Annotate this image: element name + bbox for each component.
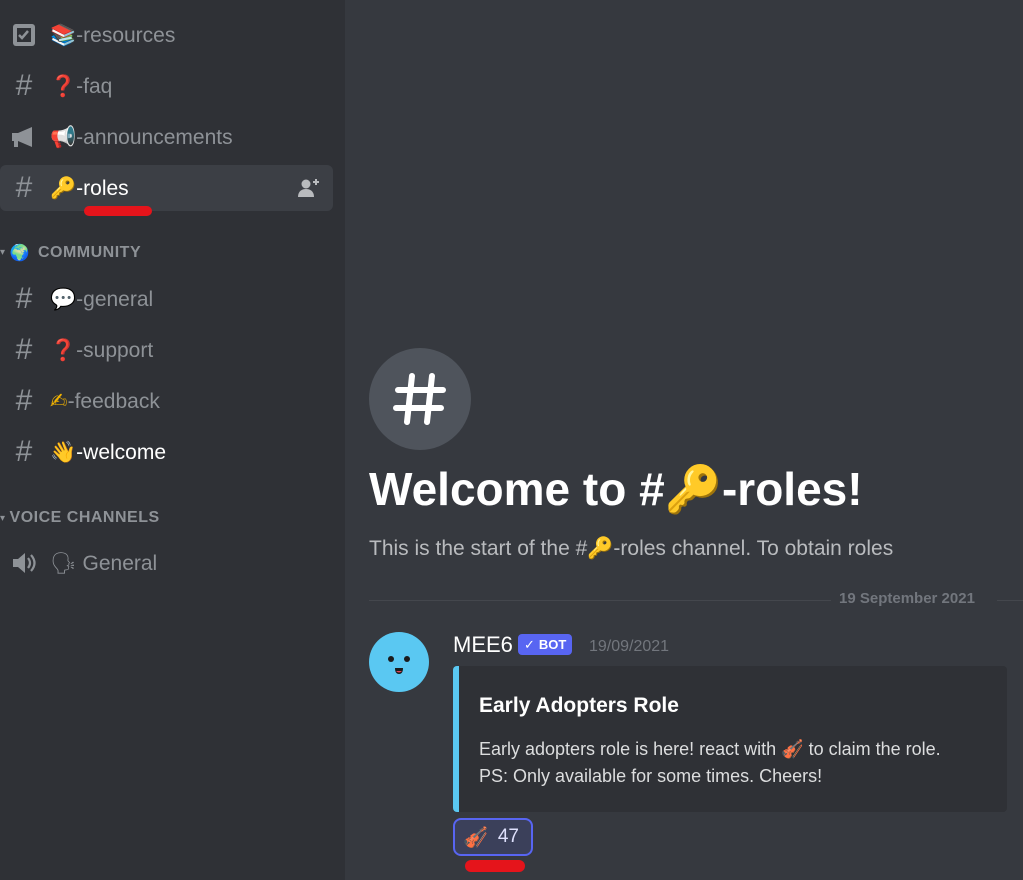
channel-label: -roles	[76, 176, 129, 200]
channel-general[interactable]: # 💬-general	[0, 276, 333, 322]
channel-announcements[interactable]: 📢-announcements	[0, 114, 333, 160]
channel-label: -welcome	[76, 440, 167, 464]
channel-sidebar: 📚-resources # ❓-faq 📢-announcements # 🔑-…	[0, 0, 345, 880]
channel-label: -support	[76, 338, 154, 362]
chevron-down-icon: ▾	[0, 247, 6, 258]
speaking-head-emoji: 🗣	[50, 550, 77, 575]
category-voice-channels[interactable]: ▾ VOICE CHANNELS	[0, 509, 160, 527]
chat-area: Welcome to #🔑-roles! This is the start o…	[345, 0, 1023, 880]
reaction-button[interactable]: 🎻 47	[453, 818, 533, 856]
rules-checkbox-icon	[10, 21, 38, 49]
embed-line1-suffix: to claim the role.	[803, 739, 941, 759]
date-divider-line	[997, 600, 1023, 601]
annotation-underline	[84, 206, 152, 216]
chevron-down-icon: ▾	[0, 512, 6, 524]
hash-icon: #	[15, 69, 33, 102]
voice-channel-general[interactable]: 🗣 General	[0, 540, 333, 586]
channel-welcome[interactable]: # 👋-welcome	[0, 429, 333, 475]
category-label: COMMUNITY	[37, 243, 142, 261]
date-divider: 19 September 2021	[839, 590, 975, 607]
question-emoji: ❓	[50, 73, 77, 98]
embed-line-1: Early adopters role is here! react with …	[479, 736, 941, 763]
writing-hand-emoji: ✍	[50, 388, 68, 413]
violin-emoji: 🎻	[463, 825, 488, 849]
subtitle-suffix: -roles channel. To obtain roles	[613, 537, 894, 560]
speech-bubble-emoji: 💬	[50, 286, 77, 311]
channel-label: -general	[76, 287, 154, 311]
welcome-suffix: -roles!	[721, 463, 863, 515]
message-author[interactable]: MEE6	[453, 632, 513, 658]
avatar[interactable]	[369, 632, 429, 692]
channel-label: -announcements	[76, 125, 233, 149]
reaction-count: 47	[497, 826, 519, 847]
checkmark-icon: ✓	[524, 636, 535, 652]
megaphone-icon	[10, 123, 38, 151]
welcome-subtitle: This is the start of the #🔑-roles channe…	[369, 536, 893, 561]
welcome-heading: Welcome to #🔑-roles!	[369, 462, 863, 517]
date-divider-line	[369, 600, 831, 601]
bot-badge: ✓ BOT	[518, 634, 573, 655]
question-emoji: ❓	[50, 337, 77, 362]
key-emoji: 🔑	[587, 536, 614, 560]
channel-label: General	[82, 551, 158, 575]
embed-title: Early Adopters Role	[479, 694, 679, 717]
hash-icon: #	[15, 282, 33, 315]
channel-hash-icon	[369, 348, 471, 450]
channel-faq[interactable]: # ❓-faq	[0, 63, 333, 109]
category-label: VOICE CHANNELS	[9, 509, 160, 526]
channel-label: -faq	[76, 74, 113, 98]
message-timestamp: 19/09/2021	[589, 638, 670, 655]
bot-tag-label: BOT	[538, 637, 567, 652]
waving-hand-emoji: 👋	[50, 439, 77, 464]
message-embed: Early Adopters Role Early adopters role …	[453, 666, 1007, 812]
loudspeaker-emoji: 📢	[50, 124, 77, 149]
hash-icon: #	[15, 333, 33, 366]
embed-line-2: PS: Only available for some times. Cheer…	[479, 766, 823, 786]
annotation-underline	[465, 860, 525, 872]
welcome-prefix: Welcome to #	[369, 463, 665, 515]
violin-emoji: 🎻	[781, 739, 804, 760]
speaker-icon	[10, 549, 38, 577]
key-emoji: 🔑	[664, 462, 722, 516]
channel-label: -resources	[76, 23, 176, 47]
key-emoji: 🔑	[50, 175, 77, 200]
globe-emoji: 🌍	[9, 243, 30, 262]
hash-icon: #	[15, 435, 33, 468]
channel-support[interactable]: # ❓-support	[0, 327, 333, 373]
channel-resources[interactable]: 📚-resources	[0, 12, 333, 58]
channel-roles[interactable]: # 🔑-roles	[0, 165, 333, 211]
subtitle-prefix: This is the start of the #	[369, 537, 588, 560]
books-emoji: 📚	[50, 22, 77, 47]
embed-line1-prefix: Early adopters role is here! react with	[479, 739, 782, 759]
category-community[interactable]: ▾ 🌍 COMMUNITY	[0, 243, 141, 262]
channel-feedback[interactable]: # ✍-feedback	[0, 378, 333, 424]
embed-description: Early adopters role is here! react with …	[479, 736, 941, 790]
add-member-icon[interactable]	[297, 177, 321, 199]
channel-label: -feedback	[67, 389, 160, 413]
hash-icon: #	[15, 171, 33, 204]
hash-icon: #	[15, 384, 33, 417]
